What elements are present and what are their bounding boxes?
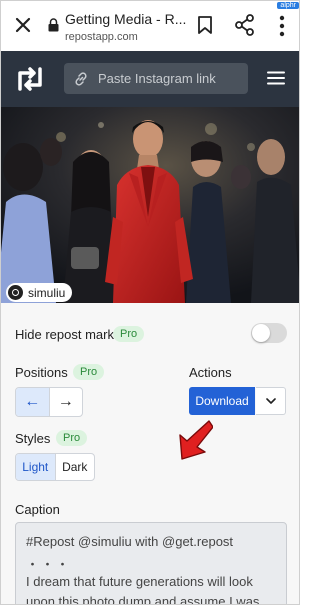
download-button[interactable]: Download xyxy=(189,387,255,415)
arrow-right-icon: → xyxy=(57,393,74,410)
styles-selector: Light Dark xyxy=(15,453,95,481)
instagram-icon xyxy=(8,285,23,300)
positions-selector: ← → xyxy=(15,387,83,417)
options-panel: Hide repost mark Pro Positions Pro ← → A… xyxy=(1,303,299,605)
app-frame: Getting Media - R... repostapp.com alphr xyxy=(0,0,300,605)
lock-icon xyxy=(48,18,59,32)
instagram-link-input[interactable]: Paste Instagram link xyxy=(64,63,248,94)
page-title: Getting Media - R... xyxy=(65,11,187,27)
style-light-button[interactable]: Light xyxy=(16,454,56,480)
username: simuliu xyxy=(28,285,66,300)
instagram-username-tag: simuliu xyxy=(6,283,73,302)
arrow-left-icon: ← xyxy=(24,393,41,410)
pro-badge: Pro xyxy=(73,364,105,380)
pro-badge: Pro xyxy=(56,430,88,446)
hamburger-menu-icon[interactable] xyxy=(267,71,285,85)
position-left-button[interactable]: ← xyxy=(16,388,50,416)
bookmark-icon[interactable] xyxy=(197,15,213,35)
instagram-photo: simuliu xyxy=(1,107,299,303)
share-icon[interactable] xyxy=(235,14,255,36)
search-placeholder: Paste Instagram link xyxy=(98,71,216,86)
link-icon xyxy=(75,72,87,86)
red-pointer-arrow-icon xyxy=(179,420,213,460)
repost-logo-icon[interactable] xyxy=(15,65,45,93)
caption-label: Caption xyxy=(15,502,60,517)
hide-repost-mark-label: Hide repost mark xyxy=(15,327,114,342)
hide-repost-mark-toggle[interactable] xyxy=(251,323,287,343)
close-icon[interactable] xyxy=(13,15,33,35)
actions-label: Actions xyxy=(189,365,232,380)
download-options-toggle[interactable] xyxy=(256,387,286,415)
caption-line: I dream that future generations will loo… xyxy=(26,574,253,589)
chevron-down-icon xyxy=(265,397,276,404)
app-header: Paste Instagram link xyxy=(1,51,299,107)
caption-line: #Repost @simuliu with @get.repost xyxy=(26,534,234,549)
caption-textarea[interactable]: #Repost @simuliu with @get.repost ・・・ I … xyxy=(15,522,287,605)
caption-line: ・・・ xyxy=(26,557,72,572)
page-url[interactable]: repostapp.com xyxy=(65,31,138,43)
more-options-icon[interactable] xyxy=(279,15,285,37)
watermark: alphr xyxy=(277,2,299,9)
styles-label: Styles xyxy=(15,431,51,446)
caption-line: upon this photo dump and assume I was xyxy=(26,594,260,605)
pro-badge: Pro xyxy=(113,326,145,342)
style-dark-button[interactable]: Dark xyxy=(56,454,95,480)
position-right-button[interactable]: → xyxy=(50,388,83,416)
positions-label: Positions xyxy=(15,365,68,380)
party-photo-image xyxy=(1,107,299,303)
browser-toolbar: Getting Media - R... repostapp.com alphr xyxy=(1,1,299,51)
